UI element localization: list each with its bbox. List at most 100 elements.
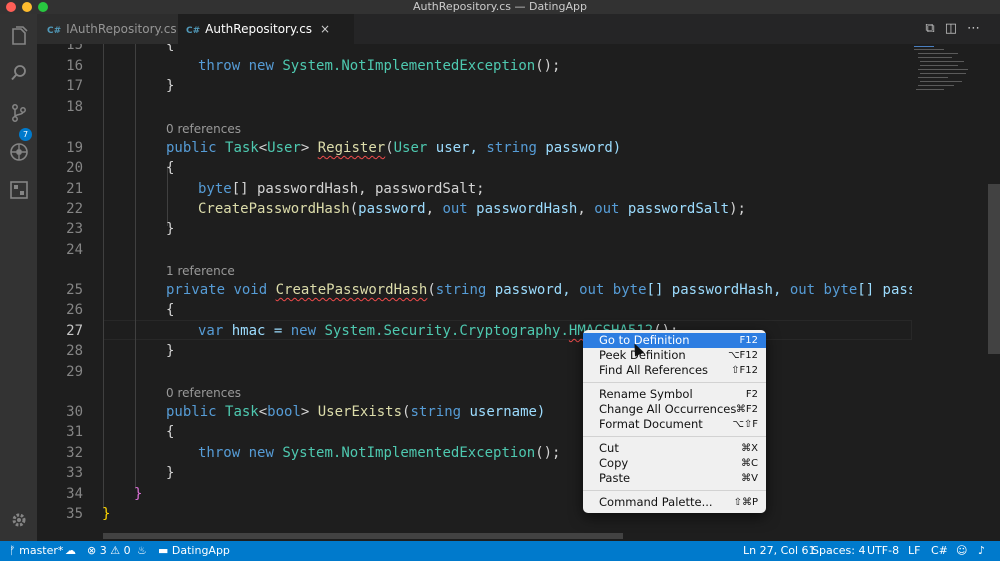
more-actions-icon[interactable]: ⋯ [967, 21, 990, 36]
code-editor[interactable]: 15 16 17 18 19 20 21 22 23 24 25 26 27 28 29 30 31 32 33 34… [37, 44, 912, 541]
code-line: } [166, 343, 175, 359]
git-branch[interactable]: ᚠ master* [9, 541, 63, 561]
code-line: } [102, 506, 111, 522]
menu-item-peek-definition[interactable]: Peek Definition ⌥F12 [583, 348, 766, 363]
code-line: { [166, 302, 175, 318]
status-bar: ᚠ master* ☁ ⊗ 3 ⚠ 0 ♨ ▬ DatingApp Ln 27,… [0, 541, 1000, 561]
line-number: 23 [66, 221, 83, 237]
close-window-button[interactable] [6, 2, 16, 12]
encoding[interactable]: UTF-8 [867, 541, 899, 561]
csharp-file-icon: C# [47, 26, 62, 36]
source-control-badge: 7 [19, 128, 32, 141]
line-number: 22 [66, 201, 83, 217]
code-line: private void CreatePasswordHash(string p… [166, 282, 912, 298]
codelens-references[interactable]: 1 reference [166, 261, 235, 281]
source-control-icon[interactable] [8, 103, 29, 124]
menu-item-copy[interactable]: Copy ⌘C [583, 456, 766, 471]
warning-icon: ⚠ [110, 544, 121, 557]
vertical-scrollbar[interactable] [988, 44, 1000, 541]
line-number: 24 [66, 242, 83, 258]
menu-item-cut[interactable]: Cut ⌘X [583, 441, 766, 456]
line-number: 33 [66, 465, 83, 481]
menu-item-find-all-references[interactable]: Find All References ⇧F12 [583, 363, 766, 378]
menu-item-go-to-definition[interactable]: Go to Definition F12 [583, 333, 766, 348]
line-number: 20 [66, 160, 83, 176]
split-editor-icon[interactable]: ◫ [945, 21, 967, 36]
tab-label: AuthRepository.cs [205, 22, 313, 36]
line-number: 26 [66, 302, 83, 318]
editor-actions: ⧉◫⋯ [925, 14, 990, 44]
extensions-icon[interactable] [8, 181, 29, 202]
menu-separator [583, 436, 766, 437]
menu-item-format-document[interactable]: Format Document ⌥⇧F [583, 417, 766, 432]
tab-label: IAuthRepository.cs [66, 22, 177, 36]
error-icon: ⊗ [87, 544, 97, 557]
language-mode[interactable]: C# [931, 541, 948, 561]
code-line: { [166, 44, 175, 53]
line-number: 19 [66, 140, 83, 156]
menu-item-command-palette[interactable]: Command Palette... ⇧⌘P [583, 495, 766, 510]
branch-icon: ᚠ [9, 544, 20, 557]
indent-guide [135, 44, 136, 489]
horizontal-scrollbar[interactable] [103, 533, 623, 539]
indent-guide [103, 44, 104, 509]
code-line: throw new System.NotImplementedException… [198, 445, 561, 461]
code-line: throw new System.NotImplementedException… [198, 58, 561, 74]
code-line: } [166, 221, 175, 237]
minimap[interactable] [912, 44, 988, 541]
line-number: 27 [66, 323, 83, 339]
sync-icon[interactable]: ☁ [65, 541, 76, 561]
tab-authrepository[interactable]: C# AuthRepository.cs × [178, 14, 354, 44]
scrollbar-thumb[interactable] [988, 184, 1000, 354]
line-number: 30 [66, 404, 83, 420]
open-changes-icon[interactable]: ⧉ [925, 21, 944, 36]
project-folder[interactable]: ▬ DatingApp [158, 541, 230, 561]
folder-icon: ▬ [158, 544, 172, 557]
menu-item-paste[interactable]: Paste ⌘V [583, 471, 766, 486]
flame-icon[interactable]: ♨ [137, 541, 147, 561]
window-title: AuthRepository.cs — DatingApp [413, 0, 587, 13]
code-line: } [166, 78, 175, 94]
line-number: 15 [66, 44, 83, 53]
code-line: } [134, 486, 143, 502]
line-number: 34 [66, 486, 83, 502]
search-icon[interactable] [8, 64, 29, 85]
code-line: byte[] passwordHash, passwordSalt; [198, 181, 485, 197]
line-number: 31 [66, 424, 83, 440]
feedback-icon[interactable]: ☺ [956, 541, 967, 561]
line-number: 29 [66, 364, 83, 380]
indentation[interactable]: Spaces: 4 [812, 541, 865, 561]
tab-iauthrepository[interactable]: C# IAuthRepository.cs [37, 14, 178, 44]
title-bar: AuthRepository.cs — DatingApp [0, 0, 1000, 14]
line-number: 25 [66, 282, 83, 298]
end-of-line[interactable]: LF [908, 541, 920, 561]
explorer-icon[interactable] [8, 26, 29, 47]
code-line: CreatePasswordHash(password, out passwor… [198, 201, 746, 217]
context-menu: Go to Definition F12 Peek Definition ⌥F12 … [583, 330, 766, 513]
activity-bar: 7 [0, 14, 37, 541]
line-number: 28 [66, 343, 83, 359]
menu-separator [583, 382, 766, 383]
line-number: 18 [66, 99, 83, 115]
menu-item-change-all-occurrences[interactable]: Change All Occurrences ⌘F2 [583, 402, 766, 417]
gear-icon[interactable] [8, 512, 29, 533]
menu-item-rename-symbol[interactable]: Rename Symbol F2 [583, 387, 766, 402]
menu-separator [583, 490, 766, 491]
line-number: 17 [66, 78, 83, 94]
line-number: 16 [66, 58, 83, 74]
cursor-position[interactable]: Ln 27, Col 61 [743, 541, 816, 561]
csharp-file-icon: C# [186, 26, 201, 36]
codelens-references[interactable]: 0 references [166, 119, 241, 139]
line-number: 21 [66, 181, 83, 197]
code-line: { [166, 424, 175, 440]
notifications-bell-icon[interactable]: ♪ [978, 541, 985, 561]
line-number: 35 [66, 506, 83, 522]
codelens-references[interactable]: 0 references [166, 383, 241, 403]
zoom-window-button[interactable] [38, 2, 48, 12]
minimize-window-button[interactable] [22, 2, 32, 12]
problems-indicator[interactable]: ⊗ 3 ⚠ 0 [87, 541, 131, 561]
tab-bar: C# IAuthRepository.cs C# AuthRepository.cs… [37, 14, 1000, 44]
code-line: public Task<User> Register(User user, st… [166, 140, 622, 156]
close-icon[interactable]: × [320, 22, 330, 36]
debug-icon[interactable] [8, 142, 29, 163]
